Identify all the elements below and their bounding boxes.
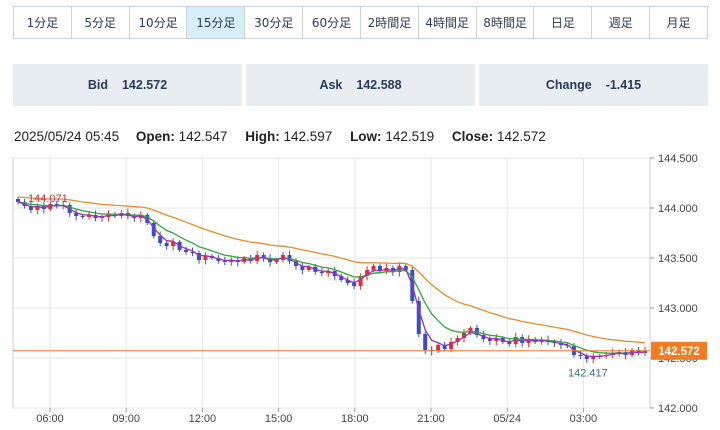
x-tick-label: 18:00 xyxy=(341,413,369,425)
high-annotation: 144.071 xyxy=(28,193,68,205)
candle-body xyxy=(184,250,189,252)
candle-body xyxy=(578,355,583,356)
candle-body xyxy=(358,276,363,286)
y-tick-label: 144.500 xyxy=(658,153,698,165)
low-annotation: 142.417 xyxy=(568,367,608,379)
y-tick-label: 144.000 xyxy=(658,203,698,215)
candle-body xyxy=(222,261,227,262)
candle-body xyxy=(371,266,376,270)
candle-body xyxy=(436,345,441,351)
y-tick-label: 142.000 xyxy=(658,403,698,415)
y-tick-label: 143.000 xyxy=(658,303,698,315)
last-price-label: 142.572 xyxy=(658,346,700,358)
candle-body xyxy=(423,334,428,350)
x-tick-label: 12:00 xyxy=(189,413,217,425)
x-tick-label: 06:00 xyxy=(36,413,64,425)
candle-body xyxy=(319,272,324,273)
y-tick-label: 143.500 xyxy=(658,253,698,265)
x-tick-label: 05/24 xyxy=(493,413,521,425)
price-chart[interactable]: 144.500144.000143.500143.000142.500142.0… xyxy=(0,0,720,430)
x-tick-label: 03:00 xyxy=(570,413,598,425)
x-tick-label: 09:00 xyxy=(112,413,140,425)
candle-body xyxy=(164,243,169,246)
x-tick-label: 15:00 xyxy=(265,413,293,425)
candle-body xyxy=(80,216,85,217)
x-tick-label: 21:00 xyxy=(417,413,445,425)
candle-body xyxy=(591,357,596,359)
plot-area xyxy=(12,157,651,409)
